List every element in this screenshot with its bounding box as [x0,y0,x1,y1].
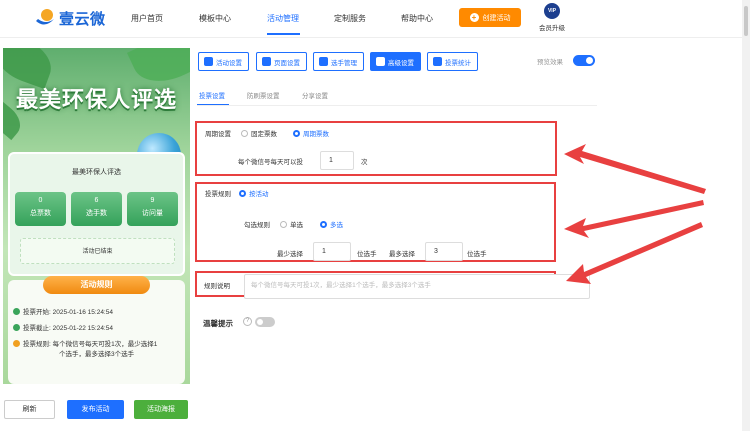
min-select-label: 最少选择 [277,251,303,258]
scrollbar-thumb[interactable] [744,6,748,36]
nav-item-custom-service[interactable]: 定制服务 [334,13,366,24]
vip-label: 会员升级 [539,25,565,32]
min-select-suffix: 位选手 [357,251,377,258]
radio-multiple-choice[interactable]: 多选 [320,219,343,229]
radio-single-choice[interactable]: 单选 [280,219,303,229]
nav-item-help-center[interactable]: 帮助中心 [401,13,433,24]
clock-icon [13,308,20,315]
create-activity-label: 创建活动 [482,14,511,22]
gear-icon [204,57,213,66]
radio-periodic-votes[interactable]: 周期票数 [293,128,329,138]
daily-votes-input[interactable]: 1 [320,151,354,170]
card-title: 最美环保人评选 [72,169,121,176]
publish-activity-button[interactable]: 发布活动 [67,400,124,419]
info-icon [13,340,20,347]
stats-card: 最美环保人评选 0 总票数 6 选手数 9 访问量 活动已结束 [8,152,185,276]
warm-tip-toggle[interactable] [255,317,275,327]
vote-rule-label: 投票规则 [205,191,231,198]
page-settings-button[interactable]: 页面设置 [256,52,307,71]
radio-fixed-votes[interactable]: 固定票数 [241,128,277,138]
tab-share-settings[interactable]: 分享设置 [302,90,328,100]
warm-tip-label: 温馨提示 [203,319,233,328]
arrow-icon [566,222,703,284]
preview-effect-label: 预览效果 [537,59,563,66]
daily-limit-suffix: 次 [361,159,368,166]
rule-start: 投票开始: 2025-01-16 15:24:54 [13,306,113,316]
preview-title: 最美环保人评选 [15,87,177,112]
max-select-label: 最多选择 [389,251,415,258]
rules-banner: 活动规则 [43,276,150,294]
clock-icon [13,324,20,331]
logo-icon [34,7,56,29]
rules-card [8,280,185,384]
activity-preview: 最美环保人评选 最美环保人评选 0 总票数 6 选手数 9 访问量 活动已结束 … [3,48,190,384]
refresh-button[interactable]: 刷新 [4,400,55,419]
nav-item-templates[interactable]: 模板中心 [199,13,231,24]
daily-limit-label: 每个微信号每天可以投 [238,159,303,166]
rule-description-textarea[interactable]: 每个微信号每天可投1次，最少选择1个选手，最多选择3个选手 [244,274,590,299]
top-navbar: 壹云微 用户首页 模板中心 活动管理 定制服务 帮助中心 + 创建活动 VIP … [0,0,742,38]
period-settings-label: 周期设置 [205,131,231,138]
nav-item-home[interactable]: 用户首页 [131,13,163,24]
min-select-input[interactable]: 1 [313,242,351,261]
rule-description-label: 规则说明 [204,283,230,290]
activity-poster-button[interactable]: 活动海报 [134,400,188,419]
rule-voting-cont: 个选手，最多选择3个选手 [59,351,135,358]
nav-item-activity-management[interactable]: 活动管理 [267,13,299,24]
create-activity-button[interactable]: + 创建活动 [459,8,521,27]
max-select-suffix: 位选手 [467,251,487,258]
stat-visits: 9 访问量 [127,192,178,226]
annotation-arrows [564,144,706,284]
scrollbar-track[interactable] [742,0,750,431]
help-icon[interactable]: ? [243,317,252,326]
rule-end: 投票截止: 2025-01-22 15:24:54 [13,322,113,332]
tab-anti-fraud-settings[interactable]: 防刷票设置 [247,90,280,100]
stat-contestants: 6 选手数 [71,192,122,226]
vip-upgrade[interactable]: VIP 会员升级 [537,3,567,32]
tab-vote-settings[interactable]: 投票设置 [199,90,225,100]
users-icon [319,57,328,66]
subtab-active-indicator [197,104,229,105]
brand-name: 壹云微 [59,10,106,28]
plus-icon: + [469,13,479,22]
bar-chart-icon [433,57,442,66]
gear-icon [262,57,271,66]
arrow-icon [564,144,706,194]
vote-statistics-button[interactable]: 投票统计 [427,52,478,71]
stat-total-votes: 0 总票数 [15,192,66,226]
contestant-management-button[interactable]: 选手管理 [313,52,364,71]
activity-status: 活动已结束 [20,238,175,264]
advanced-settings-button[interactable]: 高级设置 [370,52,421,71]
rule-voting: 投票规则: 每个微信号每天可投1次，最少选择1 [13,338,157,348]
subtab-divider [197,105,597,106]
vip-icon: VIP [544,3,560,19]
sliders-icon [376,57,385,66]
radio-by-activity[interactable]: 按活动 [239,188,269,198]
logo[interactable]: 壹云微 [34,7,106,29]
activity-settings-button[interactable]: 活动设置 [198,52,249,71]
check-rule-label: 勾选规则 [244,222,270,229]
preview-effect-toggle[interactable] [573,55,595,66]
nav-active-indicator [267,33,300,35]
max-select-input[interactable]: 3 [425,242,463,261]
